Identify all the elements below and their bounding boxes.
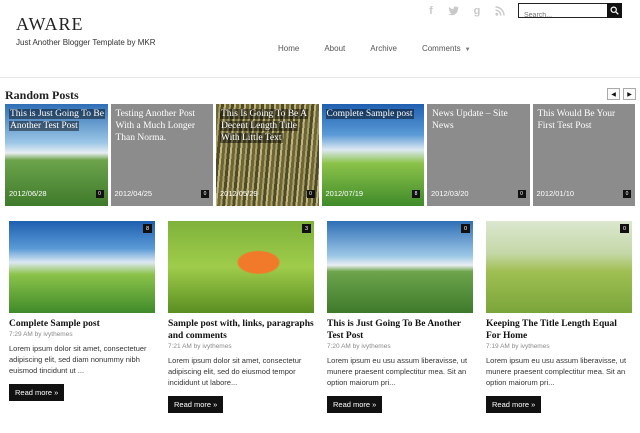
post-thumbnail[interactable]: 0 <box>486 221 632 313</box>
rss-icon[interactable] <box>493 4 507 18</box>
comment-count-badge: 0 <box>623 190 631 198</box>
random-post-card[interactable]: Testing Another Post With a Much Longer … <box>110 104 213 206</box>
read-more-button[interactable]: Read more » <box>486 396 542 413</box>
comment-count-badge: 0 <box>620 224 629 233</box>
post-excerpt: Lorem ipsum eu usu assum liberavisse, ut… <box>486 356 627 387</box>
read-more-button[interactable]: Read more » <box>9 384 65 401</box>
random-post-date: 2012/04/25 <box>114 189 153 198</box>
nav-home[interactable]: Home <box>278 44 299 53</box>
random-post-card[interactable]: News Update – Site News 2012/03/20 0 <box>427 104 530 206</box>
post-thumbnail[interactable]: 8 <box>9 221 155 313</box>
post-meta: 7:21 AM by ivythemes <box>168 343 232 350</box>
random-post-card[interactable]: This Would Be Your First Test Post 2012/0… <box>532 104 635 206</box>
random-post-title[interactable]: Complete Sample post <box>325 108 422 120</box>
random-post-card[interactable]: This Is Going To Be A Decent Length Titl… <box>216 104 319 206</box>
random-post-title[interactable]: This Would Be Your First Test Post <box>537 108 633 132</box>
nav-comments[interactable]: Comments ▼ <box>422 44 471 53</box>
comment-count-badge: 0 <box>201 190 209 198</box>
post-excerpt: Lorem ipsum dolor sit amet, consectetur … <box>168 356 302 387</box>
googleplus-icon[interactable]: g <box>470 4 484 18</box>
comment-count-badge: 0 <box>517 190 526 198</box>
post-thumbnail[interactable]: 3 <box>168 221 314 313</box>
random-post-title[interactable]: News Update – Site News <box>431 108 527 132</box>
carousel-prev-button[interactable]: ◀ <box>607 88 620 100</box>
read-more-button[interactable]: Read more » <box>327 396 383 413</box>
post-title[interactable]: Complete Sample post <box>9 318 155 330</box>
post-meta: 7:29 AM by ivythemes <box>9 331 73 338</box>
nav-archive[interactable]: Archive <box>370 44 397 53</box>
random-post-title[interactable]: This is Just Going To Be Another Test Po… <box>9 108 105 132</box>
search-icon <box>610 6 619 15</box>
post-title[interactable]: Keeping The Title Length Equal For Home <box>486 318 632 342</box>
nav-about[interactable]: About <box>324 44 345 53</box>
random-post-card[interactable]: This is Just Going To Be Another Test Po… <box>5 104 108 206</box>
random-post-card[interactable]: Complete Sample post 2012/07/19 8 <box>321 104 424 206</box>
post-card: 0 This is Just Going To Be Another Test P… <box>327 221 473 413</box>
random-post-date: 2012/03/20 <box>431 189 469 198</box>
site-title[interactable]: AWARE <box>16 14 84 35</box>
random-post-date: 2012/06/28 <box>9 189 47 198</box>
random-posts-heading: Random Posts <box>5 88 79 102</box>
post-card: 0 Keeping The Title Length Equal For Home… <box>486 221 632 413</box>
post-meta: 7:19 AM by ivythemes <box>486 343 550 350</box>
social-icons: f g <box>424 4 507 18</box>
comment-count-badge: 8 <box>143 224 152 233</box>
post-grid: 8 Complete Sample post 7:29 AM by ivytheme… <box>9 221 632 413</box>
carousel-next-button[interactable]: ▶ <box>623 88 636 100</box>
random-post-date: 2012/01/10 <box>536 189 575 198</box>
comment-count-badge: 8 <box>412 190 420 198</box>
twitter-icon[interactable] <box>447 4 461 18</box>
search-input[interactable] <box>519 9 607 22</box>
comment-count-badge: 0 <box>95 190 104 198</box>
carousel-controls: ◀ ▶ <box>607 88 636 100</box>
post-excerpt: Lorem ipsum dolor sit amet, consectetuer… <box>9 344 147 375</box>
nav-comments-label: Comments <box>421 44 461 53</box>
random-post-title[interactable]: This Is Going To Be A Decent Length Titl… <box>220 108 316 144</box>
comment-count-badge: 0 <box>461 224 470 233</box>
post-title[interactable]: This is Just Going To Be Another Test Po… <box>327 318 473 342</box>
comment-count-badge: 0 <box>306 190 315 198</box>
random-posts-carousel: This is Just Going To Be Another Test Po… <box>5 104 637 206</box>
post-card: 3 Sample post with, links, paragraphs and… <box>168 221 314 413</box>
post-title[interactable]: Sample post with, links, paragraphs and … <box>168 318 314 342</box>
chevron-down-icon: ▼ <box>464 47 471 53</box>
random-post-title[interactable]: Testing Another Post With a Much Longer … <box>115 108 211 144</box>
facebook-icon[interactable]: f <box>424 4 438 18</box>
random-post-date: 2012/05/29 <box>220 189 258 198</box>
post-thumbnail[interactable]: 0 <box>327 221 473 313</box>
search-button[interactable] <box>607 3 622 18</box>
comment-count-badge: 3 <box>302 224 311 233</box>
post-excerpt: Lorem ipsum eu usu assum liberavisse, ut… <box>327 356 468 387</box>
post-meta: 7:20 AM by ivythemes <box>327 343 391 350</box>
read-more-button[interactable]: Read more » <box>168 396 224 413</box>
main-nav: Home About Archive Comments ▼ <box>278 44 496 53</box>
search-box <box>518 3 622 22</box>
site-header: AWARE Just Another Blogger Template by M… <box>0 0 640 78</box>
random-post-date: 2012/07/19 <box>325 189 364 198</box>
site-tagline: Just Another Blogger Template by MKR <box>16 38 156 47</box>
post-card: 8 Complete Sample post 7:29 AM by ivytheme… <box>9 221 155 413</box>
